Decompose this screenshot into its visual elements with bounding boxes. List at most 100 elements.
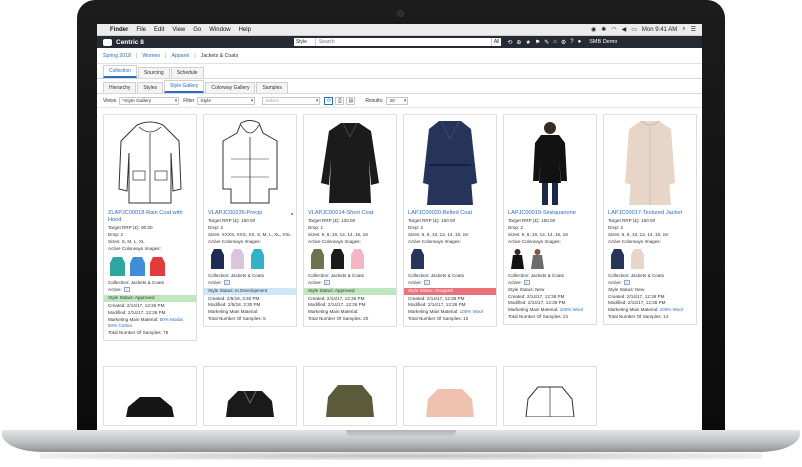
history-icon[interactable]: ⟲ xyxy=(507,39,512,46)
style-card[interactable]: VLAPJC00014-Short Coat Target RRP (£): 1… xyxy=(303,114,397,328)
tab-styles[interactable]: Styles xyxy=(137,82,164,93)
tab-hierarchy[interactable]: Hierarchy xyxy=(103,82,137,93)
style-image[interactable] xyxy=(504,115,596,210)
colorway-thumbnail[interactable] xyxy=(328,247,347,271)
tab-schedule[interactable]: Schedule xyxy=(170,67,204,78)
style-card[interactable] xyxy=(303,366,397,426)
clock[interactable]: Mon 9:41 AM xyxy=(642,27,677,33)
active-checkbox[interactable]: ✓ xyxy=(223,280,230,286)
style-card[interactable]: LAPJC00017-Textured Jacket Target RRP (£… xyxy=(603,114,697,326)
notification-center-icon[interactable]: ☰ xyxy=(691,26,696,33)
views-select[interactable]: *Style Gallery xyxy=(119,96,180,105)
material-value[interactable]: 100% Wool xyxy=(560,307,583,312)
style-card[interactable] xyxy=(103,366,197,426)
tools-icon[interactable]: ✎ xyxy=(544,39,549,46)
print-icon[interactable]: ⎙ xyxy=(335,96,345,105)
volume-icon[interactable]: ◀ xyxy=(622,26,627,33)
tab-collection[interactable]: Collection xyxy=(103,65,137,78)
breadcrumb-department[interactable]: Apparel xyxy=(171,53,189,59)
colorway-thumbnail[interactable] xyxy=(508,247,527,271)
spotlight-icon[interactable]: ⌕ xyxy=(682,26,685,33)
active-checkbox[interactable]: ✓ xyxy=(123,287,130,293)
style-image[interactable] xyxy=(104,367,196,427)
material-value[interactable]: 100% Wool xyxy=(460,309,483,314)
colorway-thumbnail[interactable] xyxy=(408,247,427,271)
colorway-thumbnail[interactable] xyxy=(108,254,127,278)
collection-label: Collection: xyxy=(408,272,430,278)
results-select[interactable]: 20 xyxy=(386,96,409,105)
colorway-thumbnail[interactable] xyxy=(308,247,327,271)
home-icon[interactable]: ⌂ xyxy=(553,39,557,46)
search-all-toggle[interactable]: All xyxy=(490,38,502,46)
tab-sourcing[interactable]: Sourcing xyxy=(137,67,170,78)
breadcrumb-season[interactable]: Spring 2018 xyxy=(103,53,131,59)
menu-help[interactable]: Help xyxy=(239,27,251,33)
style-image[interactable] xyxy=(404,115,496,210)
help-icon[interactable]: ? xyxy=(570,39,573,46)
style-image[interactable] xyxy=(204,367,296,427)
filter-select[interactable]: Style xyxy=(197,96,256,105)
colorway-thumbnail[interactable] xyxy=(348,247,367,271)
material-value[interactable]: 100% Wool xyxy=(660,307,683,312)
active-checkbox[interactable]: ✓ xyxy=(423,280,430,286)
refresh-icon[interactable]: ⟳ xyxy=(324,96,334,105)
menu-window[interactable]: Window xyxy=(209,27,230,33)
style-card[interactable]: LAPJC00020-Belted Coat Target RRP (£): 1… xyxy=(403,114,497,328)
style-image[interactable] xyxy=(304,115,396,210)
tab-samples[interactable]: Samples xyxy=(256,82,288,93)
samples-value: 75 xyxy=(163,330,169,336)
style-card[interactable]: VLAPJC00236-Precip Target RRP (£): 150.0… xyxy=(203,114,297,328)
creative-cloud-icon[interactable]: ◉ xyxy=(591,26,596,33)
style-image[interactable] xyxy=(504,367,596,427)
active-checkbox[interactable]: ✓ xyxy=(623,280,630,286)
style-title[interactable]: LAPJC00017-Textured Jacket xyxy=(608,210,692,217)
active-checkbox[interactable]: ✓ xyxy=(323,280,330,286)
tab-style-gallery[interactable]: Style Gallery xyxy=(164,80,205,93)
menu-edit[interactable]: Edit xyxy=(154,27,164,33)
wifi-icon[interactable]: ◠ xyxy=(611,26,616,33)
notifications-icon[interactable]: ⚑ xyxy=(535,39,540,46)
add-icon[interactable]: ⊕ xyxy=(516,39,521,46)
colorway-thumbnail[interactable] xyxy=(248,247,267,271)
search-scope-select[interactable]: Style xyxy=(293,38,316,46)
colorway-thumbnail[interactable] xyxy=(228,247,247,271)
user-name[interactable]: SMB Demo xyxy=(589,39,617,45)
settings-icon[interactable]: ⚙ xyxy=(561,39,566,46)
style-card[interactable] xyxy=(503,366,597,426)
bluetooth-icon[interactable]: ✱ xyxy=(601,26,606,33)
menu-view[interactable]: View xyxy=(172,27,185,33)
active-checkbox[interactable]: ✓ xyxy=(523,280,530,286)
search-input[interactable] xyxy=(315,38,491,46)
tab-colorway-gallery[interactable]: Colorway Gallery xyxy=(205,82,256,93)
colorway-thumbnail[interactable] xyxy=(128,254,147,278)
breadcrumb-brand[interactable]: Women xyxy=(142,53,160,59)
filter-value-select[interactable]: Select xyxy=(262,96,321,105)
style-title[interactable]: VLAPJC00236-Precip xyxy=(208,210,292,217)
style-image[interactable] xyxy=(204,115,296,210)
style-title[interactable]: LAPJC00019-Sinéquanone xyxy=(508,210,592,217)
style-image[interactable] xyxy=(604,115,696,210)
user-icon[interactable]: ● xyxy=(578,39,582,46)
style-title[interactable]: LAPJC00020-Belted Coat xyxy=(408,210,492,217)
colorway-thumbnail[interactable] xyxy=(608,247,627,271)
style-image[interactable] xyxy=(304,367,396,427)
colorway-thumbnail[interactable] xyxy=(148,254,167,278)
colorway-thumbnail[interactable] xyxy=(628,247,647,271)
modified-label: Modified: xyxy=(608,300,627,306)
menu-finder[interactable]: Finder xyxy=(110,27,128,33)
colorway-thumbnail[interactable] xyxy=(208,247,227,271)
style-card[interactable]: LAPJC00019-Sinéquanone Target RRP (£): 1… xyxy=(503,114,597,326)
export-icon[interactable]: ▤ xyxy=(346,96,356,105)
colorway-thumbnail[interactable] xyxy=(528,247,547,271)
style-image[interactable] xyxy=(404,367,496,427)
battery-icon[interactable]: ▭ xyxy=(631,26,637,33)
style-card[interactable]: ZLAPJC00018-Rain Coat with Hood Target R… xyxy=(103,114,197,342)
style-card[interactable] xyxy=(203,366,297,426)
style-title[interactable]: VLAPJC00014-Short Coat xyxy=(308,210,392,217)
menu-go[interactable]: Go xyxy=(193,27,201,33)
style-title[interactable]: ZLAPJC00018-Rain Coat with Hood xyxy=(108,210,192,224)
menu-file[interactable]: File xyxy=(136,27,146,33)
favorites-icon[interactable]: ★ xyxy=(525,39,530,46)
style-card[interactable] xyxy=(403,366,497,426)
style-image[interactable] xyxy=(104,115,196,210)
